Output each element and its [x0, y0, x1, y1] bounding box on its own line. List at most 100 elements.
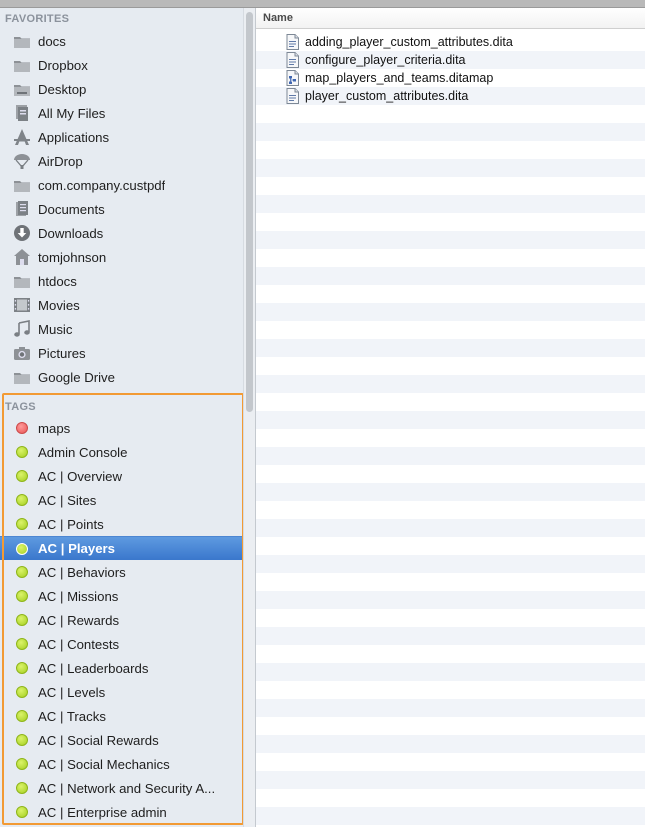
tag-item-ac-overview[interactable]: AC | Overview [0, 464, 243, 488]
sidebar-item-label: Documents [38, 201, 105, 217]
file-row[interactable]: player_custom_attributes.dita [256, 87, 645, 105]
tag-item-ac-missions[interactable]: AC | Missions [0, 584, 243, 608]
sidebar-item-label: Pictures [38, 345, 86, 361]
tag-item-ac-contests[interactable]: AC | Contests [0, 632, 243, 656]
tag-dot [16, 662, 28, 674]
empty-row [256, 105, 645, 123]
movies-icon [12, 295, 32, 315]
tag-item-label: AC | Rewards [38, 612, 120, 628]
tag-item-label: AC | Tracks [38, 708, 106, 724]
sidebar-item-desktop[interactable]: Desktop [0, 77, 243, 101]
file-name: configure_player_criteria.dita [305, 53, 466, 67]
sidebar-item-documents[interactable]: Documents [0, 197, 243, 221]
sidebar-item-label: Google Drive [38, 369, 115, 385]
empty-row [256, 717, 645, 735]
tag-item-maps[interactable]: maps [0, 416, 243, 440]
empty-row [256, 699, 645, 717]
sidebar-item-music[interactable]: Music [0, 317, 243, 341]
sidebar-item-movies[interactable]: Movies [0, 293, 243, 317]
empty-row [256, 285, 645, 303]
tag-item-label: AC | Sites [38, 492, 97, 508]
empty-row [256, 393, 645, 411]
tag-item-ac-rewards[interactable]: AC | Rewards [0, 608, 243, 632]
tag-item-ac-leaderboards[interactable]: AC | Leaderboards [0, 656, 243, 680]
empty-row [256, 645, 645, 663]
tag-item-ac-sites[interactable]: AC | Sites [0, 488, 243, 512]
tag-item-ac-enterprise-admin[interactable]: AC | Enterprise admin [0, 800, 243, 824]
sidebar-item-dropbox[interactable]: Dropbox [0, 53, 243, 77]
tag-dot [16, 710, 28, 722]
folder-icon [12, 55, 32, 75]
ditamap-file-icon [285, 70, 299, 86]
folder-icon [12, 31, 32, 51]
empty-row [256, 195, 645, 213]
tag-color-dot-icon [12, 562, 32, 582]
empty-row [256, 321, 645, 339]
empty-row [256, 537, 645, 555]
tag-item-label: AC | Missions [38, 588, 119, 604]
tag-dot [16, 494, 28, 506]
sidebar-item-google-drive[interactable]: Google Drive [0, 365, 243, 389]
dita-file-icon [285, 52, 299, 68]
sidebar-item-label: Music [38, 321, 73, 337]
sidebar-scrollbar-thumb[interactable] [246, 12, 253, 412]
empty-row [256, 231, 645, 249]
tag-item-ac-social-rewards[interactable]: AC | Social Rewards [0, 728, 243, 752]
all-files-icon [12, 103, 32, 123]
empty-row [256, 375, 645, 393]
tag-item-label: AC | Levels [38, 684, 106, 700]
tag-item-label: AC | Players [38, 541, 115, 556]
tag-dot [16, 758, 28, 770]
camera-icon [12, 343, 32, 363]
file-name: player_custom_attributes.dita [305, 89, 469, 103]
empty-row [256, 807, 645, 825]
name-column-header[interactable]: Name [256, 8, 645, 29]
empty-row [256, 411, 645, 429]
sidebar-item-tomjohnson[interactable]: tomjohnson [0, 245, 243, 269]
sidebar-item-airdrop[interactable]: AirDrop [0, 149, 243, 173]
file-row[interactable]: adding_player_custom_attributes.dita [256, 33, 645, 51]
tag-dot [16, 806, 28, 818]
tag-item-label: maps [38, 420, 71, 436]
airdrop-icon [12, 151, 32, 171]
tag-item-admin-console[interactable]: Admin Console [0, 440, 243, 464]
tag-item-ac-network-and-security-a[interactable]: AC | Network and Security A... [0, 776, 243, 800]
sidebar-item-label: All My Files [38, 105, 106, 121]
empty-row [256, 465, 645, 483]
sidebar-item-downloads[interactable]: Downloads [0, 221, 243, 245]
file-row[interactable]: map_players_and_teams.ditamap [256, 69, 645, 87]
sidebar-scrollbar[interactable] [243, 8, 256, 827]
sidebar-item-pictures[interactable]: Pictures [0, 341, 243, 365]
tag-dot [16, 446, 28, 458]
empty-row [256, 789, 645, 807]
desktop-icon [12, 79, 32, 99]
empty-row [256, 339, 645, 357]
tag-item-ac-social-mechanics[interactable]: AC | Social Mechanics [0, 752, 243, 776]
tag-item-label: AC | Social Rewards [38, 732, 159, 748]
tag-item-ac-behaviors[interactable]: AC | Behaviors [0, 560, 243, 584]
empty-row [256, 681, 645, 699]
sidebar-item-htdocs[interactable]: htdocs [0, 269, 243, 293]
file-row[interactable]: configure_player_criteria.dita [256, 51, 645, 69]
tag-item-ac-points[interactable]: AC | Points [0, 512, 243, 536]
sidebar-item-label: Movies [38, 297, 80, 313]
empty-row [256, 159, 645, 177]
tag-color-dot-icon [12, 418, 32, 438]
sidebar-item-com-company-custpdf[interactable]: com.company.custpdf [0, 173, 243, 197]
tag-item-ac-levels[interactable]: AC | Levels [0, 680, 243, 704]
tag-item-ac-tracks[interactable]: AC | Tracks [0, 704, 243, 728]
tag-item-label: AC | Behaviors [38, 564, 126, 580]
sidebar-item-docs[interactable]: docs [0, 29, 243, 53]
favorites-header: FAVORITES [5, 13, 70, 25]
tag-color-dot-icon [12, 514, 32, 534]
sidebar-item-all-my-files[interactable]: All My Files [0, 101, 243, 125]
file-name: map_players_and_teams.ditamap [305, 71, 494, 85]
tag-item-label: AC | Network and Security A... [38, 780, 216, 796]
music-icon [12, 319, 32, 339]
tag-item-label: AC | Social Mechanics [38, 756, 170, 772]
sidebar-item-applications[interactable]: Applications [0, 125, 243, 149]
tag-color-dot-icon [12, 490, 32, 510]
tag-item-ac-players[interactable]: AC | Players [0, 536, 243, 560]
tag-color-dot-icon [12, 754, 32, 774]
empty-row [256, 141, 645, 159]
